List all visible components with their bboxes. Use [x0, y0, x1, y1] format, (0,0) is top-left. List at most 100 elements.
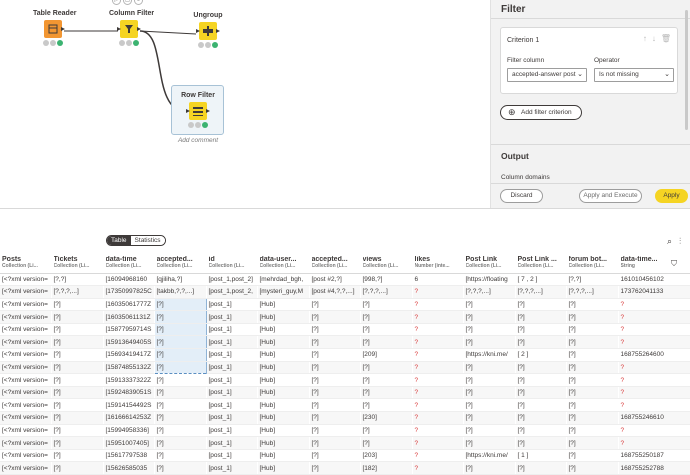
- column-header[interactable]: views Collection (Li...: [360, 253, 413, 274]
- table-cell[interactable]: [?]: [463, 310, 516, 324]
- table-cell[interactable]: [15626585035: [103, 461, 155, 475]
- table-cell[interactable]: 173762041133: [618, 285, 690, 299]
- table-cell[interactable]: [?]: [360, 323, 413, 337]
- table-cell[interactable]: [?]: [51, 461, 104, 475]
- table-cell[interactable]: [?]: [360, 398, 413, 413]
- table-cell[interactable]: [?]: [515, 335, 567, 350]
- table-cell[interactable]: [?]: [360, 386, 413, 400]
- table-cell[interactable]: [?]: [360, 361, 413, 375]
- table-cell[interactable]: [15951007405]: [103, 436, 155, 450]
- table-cell[interactable]: [Hub]: [257, 436, 310, 450]
- table-cell[interactable]: [<?xml version=: [0, 449, 52, 463]
- table-cell[interactable]: [?]: [463, 386, 516, 400]
- table-cell[interactable]: [?]: [154, 461, 207, 475]
- column-header[interactable]: Post Link ... Collection (Li...: [515, 253, 567, 274]
- node-row-filter[interactable]: Row Filter: [178, 92, 218, 128]
- filter-icon[interactable]: ⛉: [671, 259, 677, 269]
- table-cell[interactable]: ?: [412, 436, 464, 450]
- table-cell[interactable]: [?]: [515, 373, 567, 387]
- move-down-icon[interactable]: ↓: [652, 34, 656, 43]
- table-cell[interactable]: [?]: [463, 424, 516, 438]
- table-cell[interactable]: [post_1,post_2,: [206, 285, 258, 299]
- table-cell[interactable]: ?: [618, 361, 690, 375]
- table-row[interactable]: [<?xml version= [?] [15626585035 [?] [post_1…: [0, 461, 690, 475]
- table-cell[interactable]: [?]: [515, 323, 567, 337]
- table-row[interactable]: [<?xml version= [?] [15951007405] [?] [post_…: [0, 436, 690, 450]
- table-cell[interactable]: [?]: [463, 373, 516, 387]
- column-header[interactable]: likes Number (inte...: [412, 253, 464, 274]
- table-cell[interactable]: [?]: [51, 335, 104, 350]
- table-cell[interactable]: [Hub]: [257, 411, 310, 425]
- add-comment-link[interactable]: Add comment: [172, 137, 224, 144]
- table-row[interactable]: [<?xml version= [?,?,?,...] [17350997825C[…: [0, 285, 690, 299]
- table-cell[interactable]: [?]: [153, 323, 207, 337]
- table-cell[interactable]: [?]: [51, 310, 104, 324]
- table-cell[interactable]: [?]: [309, 436, 361, 450]
- operator-select[interactable]: Is not missing ⌄: [594, 68, 674, 82]
- table-cell[interactable]: [?,?,?,...]: [360, 285, 413, 299]
- table-cell[interactable]: [?]: [153, 335, 207, 350]
- table-cell[interactable]: [?]: [566, 449, 619, 463]
- table-cell[interactable]: [182]: [360, 461, 413, 475]
- table-cell[interactable]: [?]: [463, 323, 516, 337]
- table-row[interactable]: [<?xml version= [?] [15913337322Z [?] [post_…: [0, 373, 690, 387]
- table-cell[interactable]: [15617797538: [103, 449, 155, 463]
- table-row[interactable]: [<?xml version= [?] [15914154492S [?] [post_…: [0, 398, 690, 413]
- table-cell[interactable]: [?]: [566, 424, 619, 438]
- table-cell[interactable]: [17350997825C: [103, 285, 155, 299]
- table-cell[interactable]: [?]: [309, 461, 361, 475]
- table-cell[interactable]: [?]: [566, 386, 619, 400]
- column-header[interactable]: Post Link Collection (Li...: [463, 253, 516, 274]
- table-cell[interactable]: [Hub]: [257, 335, 310, 350]
- column-header[interactable]: data-user... Collection (Li...: [257, 253, 310, 274]
- table-cell[interactable]: [?]: [153, 348, 207, 362]
- table-cell[interactable]: [15913649405S: [103, 335, 155, 350]
- table-cell[interactable]: [?,?]: [566, 273, 619, 287]
- table-cell[interactable]: [?]: [360, 335, 413, 350]
- table-cell[interactable]: [takbb,?,?,...]: [154, 285, 207, 299]
- search-icon[interactable]: ⌕: [667, 236, 672, 247]
- table-cell[interactable]: [?]: [309, 323, 361, 337]
- table-cell[interactable]: [post_1]: [206, 411, 258, 425]
- table-cell[interactable]: ?: [412, 310, 464, 324]
- table-cell[interactable]: [?]: [566, 436, 619, 450]
- column-header[interactable]: data-time Collection (Li...: [103, 253, 155, 274]
- ungroup-icon[interactable]: [196, 22, 220, 40]
- table-cell[interactable]: [?]: [566, 335, 619, 350]
- tab-table[interactable]: Table: [107, 236, 131, 245]
- view-toggle[interactable]: Table Statistics: [106, 235, 166, 246]
- table-cell[interactable]: [?]: [154, 424, 207, 438]
- table-cell[interactable]: [post_1]: [206, 348, 258, 362]
- column-filter-icon[interactable]: [117, 20, 141, 38]
- table-cell[interactable]: [?]: [153, 361, 207, 375]
- table-cell[interactable]: [?,?,?,...]: [463, 285, 516, 299]
- table-cell[interactable]: [?]: [51, 298, 104, 312]
- table-cell[interactable]: [?,?,?,...]: [566, 285, 619, 299]
- table-cell[interactable]: [post_1]: [206, 298, 258, 312]
- table-cell[interactable]: ?: [412, 298, 464, 312]
- table-cell[interactable]: [Hub]: [257, 310, 310, 324]
- table-cell[interactable]: [?]: [515, 424, 567, 438]
- table-cell[interactable]: [?]: [51, 449, 104, 463]
- table-cell[interactable]: [https://kni.me/: [463, 449, 516, 463]
- table-cell[interactable]: ?: [618, 436, 690, 450]
- table-cell[interactable]: [<?xml version=: [0, 285, 52, 299]
- table-cell[interactable]: 161010456102: [618, 273, 690, 287]
- table-cell[interactable]: [post_1]: [206, 335, 258, 350]
- table-cell[interactable]: [?,?]: [51, 273, 104, 287]
- table-cell[interactable]: [?]: [309, 449, 361, 463]
- apply-and-execute-button[interactable]: Apply and Execute: [579, 189, 642, 203]
- table-cell[interactable]: [?]: [51, 361, 104, 375]
- table-cell[interactable]: [15924839051S: [103, 386, 155, 400]
- table-cell[interactable]: [post_1]: [206, 449, 258, 463]
- table-cell[interactable]: [?]: [463, 461, 516, 475]
- table-cell[interactable]: [?]: [309, 411, 361, 425]
- table-cell[interactable]: [?]: [566, 398, 619, 413]
- execute-icon[interactable]: ▷: [112, 0, 121, 5]
- table-cell[interactable]: [?]: [154, 398, 207, 413]
- table-cell[interactable]: [post #4,?,?,...]: [309, 285, 361, 299]
- table-cell[interactable]: [?]: [515, 436, 567, 450]
- table-cell[interactable]: ?: [618, 310, 690, 324]
- table-cell[interactable]: [?]: [51, 323, 104, 337]
- table-cell[interactable]: [<?xml version=: [0, 398, 52, 413]
